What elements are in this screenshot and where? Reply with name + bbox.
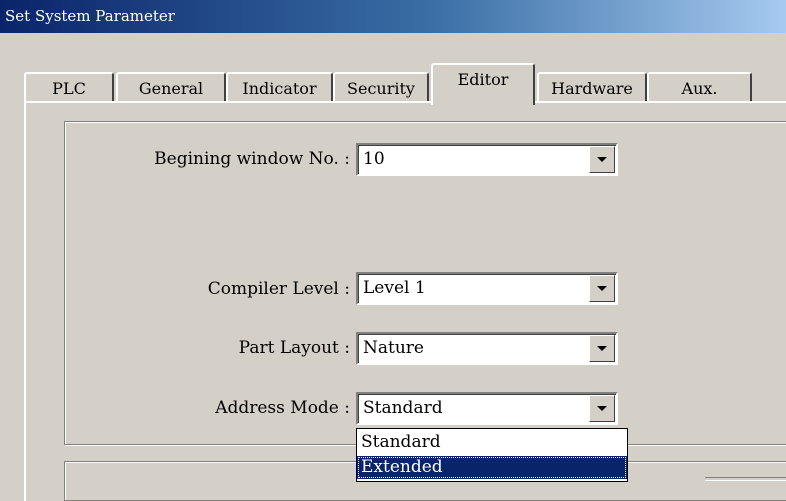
tab-plc[interactable]: PLC	[24, 72, 114, 102]
tab-indicator-label: Indicator	[242, 79, 317, 98]
tab-aux[interactable]: Aux.	[647, 72, 752, 102]
tab-hardware[interactable]: Hardware	[537, 72, 647, 102]
tab-editor-label: Editor	[457, 70, 509, 89]
address-mode-dropdown-list: Standard Extended	[356, 428, 628, 482]
tab-aux-label: Aux.	[681, 79, 718, 98]
set-system-parameter-dialog: Set System Parameter PLC General Indicat…	[0, 0, 786, 501]
tab-general[interactable]: General	[116, 72, 226, 102]
window-title: Set System Parameter	[0, 0, 786, 33]
tab-indicator[interactable]: Indicator	[226, 72, 333, 102]
address-mode-option-extended[interactable]: Extended	[357, 456, 627, 479]
tab-editor[interactable]: Editor	[431, 63, 535, 105]
tab-general-label: General	[138, 79, 204, 98]
tab-security[interactable]: Security	[333, 72, 429, 102]
tab-hardware-label: Hardware	[551, 79, 633, 98]
tab-security-label: Security	[347, 79, 415, 98]
tab-plc-label: PLC	[52, 79, 86, 98]
address-mode-option-standard[interactable]: Standard	[357, 431, 627, 454]
